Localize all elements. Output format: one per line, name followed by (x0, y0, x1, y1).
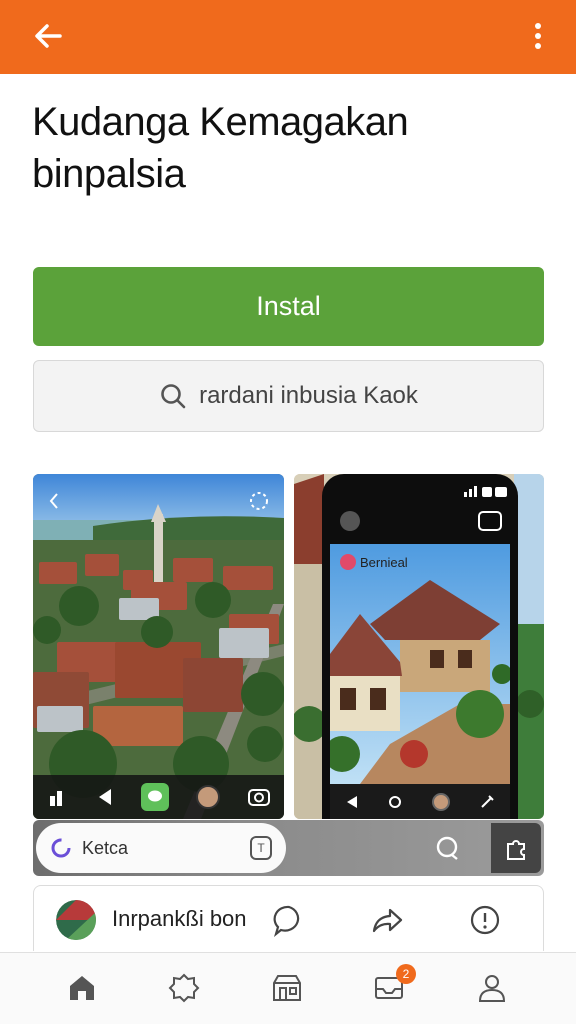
phone-mockup: Bernieal (322, 474, 518, 819)
app-title-line2: binpalsia (32, 152, 186, 196)
app-bar (0, 0, 576, 74)
developer-avatar (56, 900, 96, 940)
home-circle-icon (389, 795, 402, 808)
overlay-pill[interactable]: Ketca T (36, 823, 286, 873)
notification-badge: 2 (396, 964, 416, 984)
puzzle-button[interactable] (491, 823, 541, 873)
avatar (431, 792, 450, 811)
overlay-pill-label: Ketca (82, 837, 129, 858)
camera-icon (247, 789, 270, 806)
back-triangle-icon (98, 789, 111, 805)
overlay-bar: Ketca T (33, 820, 544, 876)
bottom-navigation (0, 952, 576, 1024)
search-icon (161, 384, 186, 409)
back-triangle-icon (346, 795, 357, 808)
screenshot-phone-house[interactable]: Bernieal (294, 474, 544, 819)
avatar (195, 785, 220, 809)
screenshot1-nav-bar (33, 775, 284, 819)
developer-label: Inrpankßi bon (112, 906, 247, 931)
signal-bars-icon (49, 791, 62, 806)
tag-icon[interactable]: T (250, 836, 272, 860)
phone-screen (330, 544, 510, 784)
speech-bubble-icon[interactable] (433, 834, 461, 862)
edit-icon (481, 794, 494, 808)
explore-icon[interactable] (167, 971, 201, 1005)
screenshot-aerial-town[interactable] (33, 474, 284, 819)
info-icon[interactable] (468, 903, 502, 937)
chat-app-icon (140, 783, 169, 811)
search-bar[interactable]: rardani inbusia Kaok (33, 360, 544, 432)
screenshot-gallery[interactable]: Bernieal Ketca T (33, 474, 544, 876)
more-vertical-icon[interactable] (526, 20, 550, 52)
app-ring-icon (51, 838, 71, 858)
store-icon[interactable] (270, 971, 304, 1005)
phone-nav-bar (330, 784, 510, 819)
phone-app-title: Bernieal (340, 554, 408, 570)
developer-card[interactable]: Inrpankßi bon (33, 885, 544, 951)
arrow-left-icon[interactable] (30, 18, 66, 54)
share-icon[interactable] (370, 903, 404, 937)
app-title-line1: Kudanga Kemaɡakan (32, 100, 409, 144)
home-icon[interactable] (65, 971, 99, 1005)
phone-app-title-text: Bernieal (360, 554, 408, 570)
install-button[interactable]: Instal (33, 267, 544, 346)
puzzle-icon (507, 840, 525, 860)
traditional-house-image (330, 544, 510, 784)
search-text: rardani inbusia Kaok (199, 382, 418, 409)
profile-icon[interactable] (475, 971, 509, 1005)
phone-status-bar (340, 486, 507, 531)
aerial-town-image (33, 474, 284, 819)
app-logo-icon (340, 554, 356, 570)
app-title: Kudanga Kemaɡakan binpalsia (32, 96, 552, 200)
comment-icon[interactable] (272, 903, 306, 937)
